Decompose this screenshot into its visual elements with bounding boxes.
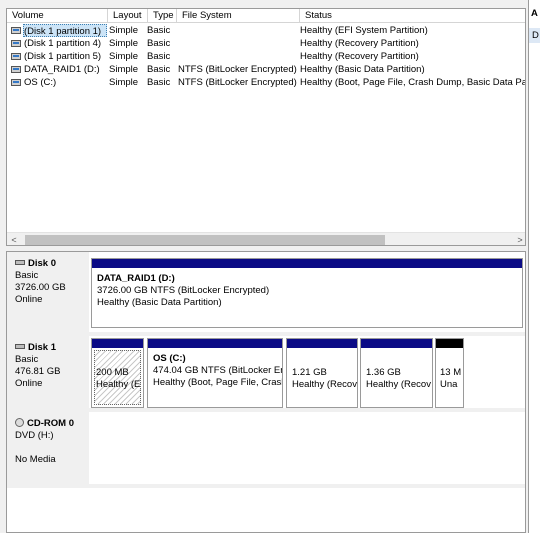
volume-layout: Simple bbox=[109, 38, 139, 49]
column-header-volume[interactable]: Volume bbox=[7, 9, 108, 23]
volume-row[interactable]: (Disk 1 partition 4) Simple Basic Health… bbox=[7, 37, 525, 50]
partition-title: DATA_RAID1 (D:) bbox=[97, 273, 175, 284]
volume-file-system: NTFS (BitLocker Encrypted) bbox=[178, 64, 297, 75]
disk-status: Online bbox=[15, 378, 43, 389]
partition-recovery-2[interactable]: 1.36 GB Healthy (Recov bbox=[360, 338, 433, 408]
volume-layout: Simple bbox=[109, 77, 139, 88]
column-header-file-system[interactable]: File System bbox=[177, 9, 300, 23]
partition-data-raid1[interactable]: DATA_RAID1 (D:) 3726.00 GB NTFS (BitLock… bbox=[91, 258, 523, 328]
actions-header: A bbox=[531, 8, 538, 19]
volume-type: Basic bbox=[147, 64, 171, 75]
volume-row[interactable]: OS (C:) Simple Basic NTFS (BitLocker Enc… bbox=[7, 76, 526, 89]
disk-name: Disk 0 bbox=[28, 258, 56, 269]
volume-file-system: NTFS (BitLocker Encrypted) bbox=[178, 77, 297, 88]
disk-row-cdrom-0: CD-ROM 0 DVD (H:) No Media bbox=[7, 412, 525, 484]
volume-row[interactable]: (Disk 1 partition 5) Simple Basic Health… bbox=[7, 50, 525, 63]
partition-os-c[interactable]: OS (C:) 474.04 GB NTFS (BitLocker Encr H… bbox=[147, 338, 283, 408]
partition-size: 1.36 GB bbox=[366, 367, 401, 378]
disk-row-disk-1: Disk 1 Basic 476.81 GB Online 200 MB Hea… bbox=[7, 336, 525, 408]
volume-icon bbox=[11, 79, 21, 86]
partition-color-bar bbox=[92, 259, 522, 268]
cd-rom-icon bbox=[15, 417, 24, 427]
scroll-left-arrow[interactable]: < bbox=[7, 233, 21, 245]
volume-layout: Simple bbox=[109, 25, 139, 36]
actions-pane: A D bbox=[528, 0, 540, 533]
volume-status: Healthy (Basic Data Partition) bbox=[300, 64, 425, 75]
volume-layout: Simple bbox=[109, 51, 139, 62]
volume-list-header: Volume Layout Type File System Status bbox=[7, 9, 525, 23]
partition-efi[interactable]: 200 MB Healthy (E bbox=[91, 338, 144, 408]
partition-color-bar bbox=[287, 339, 357, 348]
divider bbox=[7, 484, 525, 488]
volume-name: OS (C:) bbox=[24, 77, 57, 88]
volume-type: Basic bbox=[147, 77, 171, 88]
partition-color-bar bbox=[148, 339, 282, 348]
partition-size: 13 M bbox=[440, 367, 462, 378]
volume-status: Healthy (Recovery Partition) bbox=[300, 38, 419, 49]
partition-color-bar bbox=[92, 339, 143, 348]
volume-file-system bbox=[178, 50, 298, 63]
volume-status: Healthy (Recovery Partition) bbox=[300, 51, 419, 62]
partition-status: Healthy (Boot, Page File, Crasl bbox=[153, 377, 283, 388]
volume-name: (Disk 1 partition 4) bbox=[24, 38, 102, 49]
disk-info-disk-0[interactable]: Disk 0 Basic 3726.00 GB Online bbox=[7, 252, 89, 332]
disk-icon bbox=[15, 259, 25, 265]
disk-type: DVD (H:) bbox=[15, 430, 54, 441]
disk-status: Online bbox=[15, 294, 43, 305]
volume-icon bbox=[11, 53, 21, 60]
partition-size: 1.21 GB bbox=[292, 367, 327, 378]
partition-size-fs: 3726.00 GB NTFS (BitLocker Encrypted) bbox=[97, 285, 270, 296]
volume-list[interactable]: Volume Layout Type File System Status (D… bbox=[6, 8, 526, 246]
partition-color-bar bbox=[436, 339, 463, 348]
disk-map[interactable]: Disk 0 Basic 3726.00 GB Online DATA_RAID… bbox=[6, 251, 526, 533]
volume-file-system bbox=[178, 24, 298, 37]
partition-title: OS (C:) bbox=[153, 353, 186, 364]
horizontal-scrollbar[interactable]: < > bbox=[7, 232, 525, 245]
volume-type: Basic bbox=[147, 38, 171, 49]
volume-name: (Disk 1 partition 5) bbox=[24, 51, 102, 62]
scroll-right-arrow[interactable]: > bbox=[513, 233, 525, 245]
volume-row[interactable]: (Disk 1 partition 1) Simple Basic Health… bbox=[7, 24, 525, 37]
disk-icon bbox=[15, 343, 25, 349]
disk-name: Disk 1 bbox=[28, 342, 56, 353]
partition-size: 200 MB bbox=[96, 367, 129, 378]
partition-status: Healthy (Recov bbox=[366, 379, 431, 390]
partition-status: Una bbox=[440, 379, 458, 390]
disk-size: 3726.00 GB bbox=[15, 282, 66, 293]
partition-color-bar bbox=[361, 339, 432, 348]
partition-unallocated[interactable]: 13 M Una bbox=[435, 338, 464, 408]
disk-type: Basic bbox=[15, 270, 39, 281]
partition-status: Healthy (Recov bbox=[292, 379, 357, 390]
column-header-status[interactable]: Status bbox=[300, 9, 525, 23]
volume-status: Healthy (Boot, Page File, Crash Dump, Ba… bbox=[300, 77, 526, 88]
volume-type: Basic bbox=[147, 51, 171, 62]
volume-file-system bbox=[178, 37, 298, 50]
disk-info-disk-1[interactable]: Disk 1 Basic 476.81 GB Online bbox=[7, 336, 89, 408]
column-header-layout[interactable]: Layout bbox=[108, 9, 148, 23]
disk-type: Basic bbox=[15, 354, 39, 365]
disk-info-cdrom-0[interactable]: CD-ROM 0 DVD (H:) No Media bbox=[7, 412, 89, 484]
disk-status: No Media bbox=[15, 454, 56, 465]
column-header-type[interactable]: Type bbox=[148, 9, 177, 23]
volume-icon bbox=[11, 40, 21, 47]
disk-name: CD-ROM 0 bbox=[27, 418, 74, 429]
disk-row-disk-0: Disk 0 Basic 3726.00 GB Online DATA_RAID… bbox=[7, 252, 525, 332]
volume-icon bbox=[11, 27, 21, 34]
partition-status: Healthy (E bbox=[96, 379, 141, 390]
volume-name: DATA_RAID1 (D:) bbox=[24, 64, 100, 75]
partition-size-fs: 474.04 GB NTFS (BitLocker Encr bbox=[153, 365, 283, 376]
volume-name: (Disk 1 partition 1) bbox=[23, 24, 107, 37]
partition-recovery-1[interactable]: 1.21 GB Healthy (Recov bbox=[286, 338, 358, 408]
volume-layout: Simple bbox=[109, 64, 139, 75]
volume-row[interactable]: DATA_RAID1 (D:) Simple Basic NTFS (BitLo… bbox=[7, 63, 525, 76]
scrollbar-thumb[interactable] bbox=[25, 235, 385, 245]
volume-status: Healthy (EFI System Partition) bbox=[300, 25, 428, 36]
volume-type: Basic bbox=[147, 25, 171, 36]
actions-item[interactable]: D bbox=[529, 28, 540, 43]
disk-size: 476.81 GB bbox=[15, 366, 61, 377]
volume-icon bbox=[11, 66, 21, 73]
partition-status: Healthy (Basic Data Partition) bbox=[97, 297, 222, 308]
